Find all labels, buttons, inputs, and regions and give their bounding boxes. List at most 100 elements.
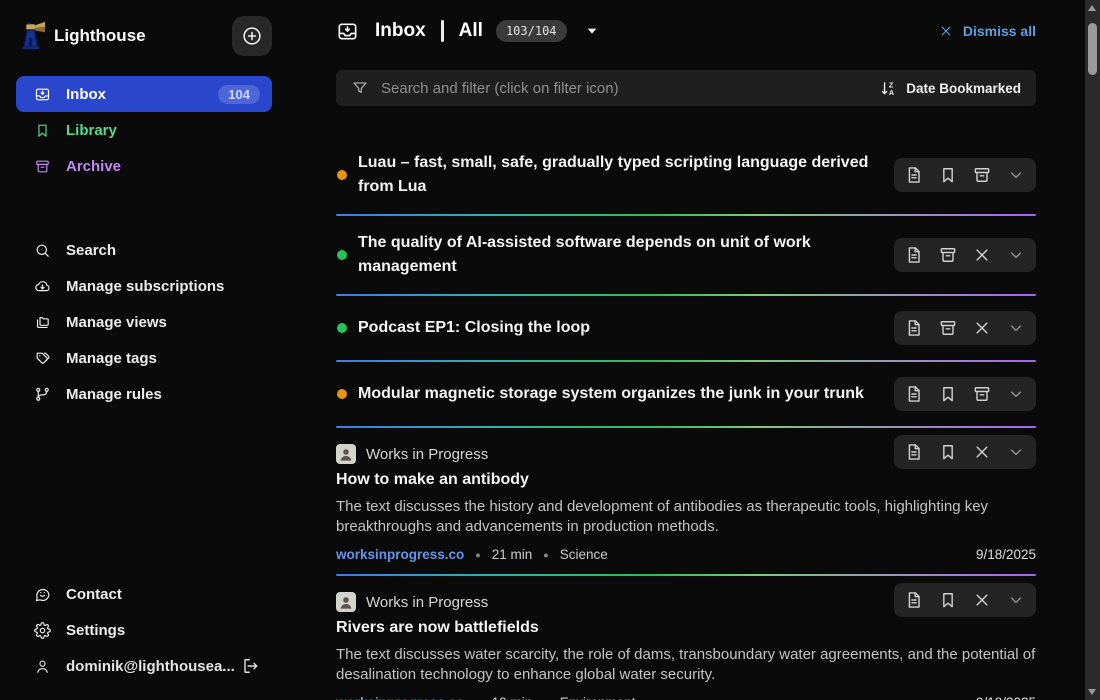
source-link[interactable]: worksinprogress.co xyxy=(336,547,464,562)
source-link[interactable]: worksinprogress.co xyxy=(336,695,464,700)
bookmark-button[interactable] xyxy=(938,442,958,462)
bookmark-date: 9/18/2025 xyxy=(976,695,1036,700)
scrollbar-thumb[interactable] xyxy=(1088,23,1097,75)
document-button[interactable] xyxy=(904,165,924,185)
scroll-down-arrow[interactable] xyxy=(1088,689,1096,695)
item-actions xyxy=(894,238,1036,272)
article-item[interactable]: Works in Progress Rivers are now battlef… xyxy=(336,576,1036,700)
nav-icon xyxy=(34,158,51,175)
x-icon xyxy=(938,23,954,39)
nav-badge: 104 xyxy=(218,85,260,104)
nav-label: Manage views xyxy=(66,314,167,331)
item-title: Podcast EP1: Closing the loop xyxy=(358,316,880,340)
logout-button[interactable] xyxy=(240,656,260,676)
document-button[interactable] xyxy=(904,590,924,610)
nav-label: Search xyxy=(66,242,116,259)
chevron-down-button[interactable] xyxy=(1006,245,1026,265)
article-title: How to make an antibody xyxy=(336,469,1036,491)
nav-item[interactable]: Manage subscriptions xyxy=(16,268,272,304)
search-toolbar: ZA Date Bookmarked xyxy=(336,70,1036,106)
lighthouse-logo-icon xyxy=(16,19,46,53)
chevron-down-button[interactable] xyxy=(1006,590,1026,610)
status-dot xyxy=(337,389,347,399)
chevron-down-button[interactable] xyxy=(1006,442,1026,462)
document-button[interactable] xyxy=(904,318,924,338)
list-item[interactable]: Luau – fast, small, safe, gradually type… xyxy=(336,136,1036,216)
bookmark-button[interactable] xyxy=(938,590,958,610)
scope-dropdown-button[interactable] xyxy=(584,23,600,39)
document-button[interactable] xyxy=(904,442,924,462)
article-item[interactable]: Works in Progress How to make an antibod… xyxy=(336,428,1036,576)
nav-item[interactable]: Search xyxy=(16,232,272,268)
search-input[interactable] xyxy=(381,80,879,97)
nav-item[interactable]: Inbox 104 xyxy=(16,76,272,112)
dismiss-button[interactable] xyxy=(972,590,992,610)
main-header: Inbox All 103/104 Dismiss all xyxy=(336,12,1036,50)
count-badge: 103/104 xyxy=(496,20,567,42)
document-button[interactable] xyxy=(904,384,924,404)
dismiss-button[interactable] xyxy=(972,245,992,265)
dismiss-button[interactable] xyxy=(972,318,992,338)
article-summary: The text discusses water scarcity, the r… xyxy=(336,645,1036,685)
list-item[interactable]: Modular magnetic storage system organize… xyxy=(336,362,1036,428)
item-actions xyxy=(894,158,1036,192)
scrollbar[interactable] xyxy=(1085,0,1100,700)
nav-label: Library xyxy=(66,122,117,139)
nav-item[interactable]: Archive xyxy=(16,148,272,184)
archive-button[interactable] xyxy=(938,318,958,338)
list-item[interactable]: Podcast EP1: Closing the loop xyxy=(336,296,1036,362)
dismiss-all-label: Dismiss all xyxy=(963,23,1036,39)
read-time: 21 min xyxy=(492,547,533,562)
nav-icon xyxy=(34,622,51,639)
archive-button[interactable] xyxy=(972,165,992,185)
chevron-down-button[interactable] xyxy=(1006,165,1026,185)
chevron-down-button[interactable] xyxy=(1006,384,1026,404)
nav-label: Settings xyxy=(66,622,125,639)
nav-item[interactable]: Library xyxy=(16,112,272,148)
nav-item[interactable]: Contact xyxy=(16,576,272,612)
add-button[interactable] xyxy=(232,16,272,56)
source-avatar xyxy=(336,592,356,612)
nav-icon xyxy=(34,314,51,331)
category-tag: Science xyxy=(560,547,608,562)
nav-icon xyxy=(34,86,51,103)
source-name: Works in Progress xyxy=(366,594,488,611)
status-dot xyxy=(337,323,347,333)
sidebar: Lighthouse Inbox 104 Library Archive Sea… xyxy=(0,0,272,700)
nav-item[interactable]: Manage views xyxy=(16,304,272,340)
archive-button[interactable] xyxy=(972,384,992,404)
nav-icon xyxy=(34,122,51,139)
read-time: 19 min xyxy=(492,695,533,700)
nav-item[interactable]: Settings xyxy=(16,612,272,648)
article-summary: The text discusses the history and devel… xyxy=(336,497,1036,537)
scroll-up-arrow[interactable] xyxy=(1088,5,1096,11)
inbox-icon xyxy=(336,20,359,43)
dismiss-all-button[interactable]: Dismiss all xyxy=(938,23,1036,39)
nav-label: Inbox xyxy=(66,86,106,103)
sort-control[interactable]: ZA Date Bookmarked xyxy=(879,79,1021,98)
archive-button[interactable] xyxy=(938,245,958,265)
nav-icon xyxy=(34,278,51,295)
chevron-down-button[interactable] xyxy=(1006,318,1026,338)
sort-za-icon: ZA xyxy=(879,79,898,98)
nav-item[interactable]: Manage rules xyxy=(16,376,272,412)
dismiss-button[interactable] xyxy=(972,442,992,462)
bookmark-button[interactable] xyxy=(938,165,958,185)
article-title: Rivers are now battlefields xyxy=(336,617,1036,639)
document-button[interactable] xyxy=(904,245,924,265)
title-separator xyxy=(441,20,444,42)
sidebar-header: Lighthouse xyxy=(16,16,272,56)
item-actions xyxy=(894,583,1036,617)
account-row[interactable]: dominik@lighthousea... xyxy=(16,648,272,684)
app-title: Lighthouse xyxy=(54,26,146,46)
portrait-icon xyxy=(338,594,354,610)
nav-icon xyxy=(34,586,51,603)
category-tag: Environment xyxy=(560,695,636,700)
nav-item[interactable]: Manage tags xyxy=(16,340,272,376)
item-title: The quality of AI-assisted software depe… xyxy=(358,231,880,279)
list-item[interactable]: The quality of AI-assisted software depe… xyxy=(336,216,1036,296)
nav-label: Manage rules xyxy=(66,386,162,403)
nav-tools: Search Manage subscriptions Manage views… xyxy=(16,232,272,412)
filter-icon[interactable] xyxy=(351,79,369,97)
bookmark-button[interactable] xyxy=(938,384,958,404)
